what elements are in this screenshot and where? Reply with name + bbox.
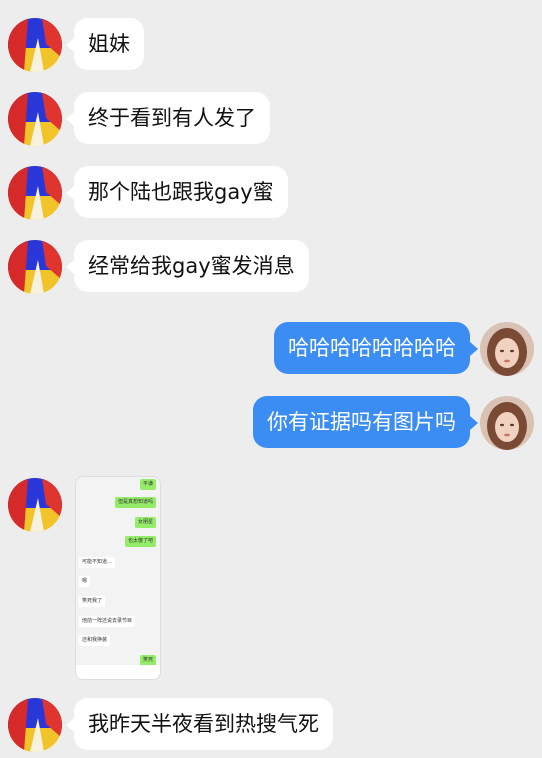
flame-avatar-icon xyxy=(8,698,62,752)
screenshot-bubble: 但是真想知道吗 xyxy=(114,497,156,508)
screenshot-bubble: 嗯 xyxy=(79,576,91,587)
screenshot-input-bar xyxy=(76,665,160,679)
screenshot-bubble: 可能不知道... xyxy=(79,557,115,568)
screenshot-bubble: 还和我换装 xyxy=(79,635,111,646)
sent-message-bubble[interactable]: 哈哈哈哈哈哈哈哈 xyxy=(274,322,470,374)
flame-avatar-icon xyxy=(8,18,62,72)
flame-avatar-icon xyxy=(8,166,62,220)
portrait-avatar-icon xyxy=(480,322,534,376)
contact-avatar[interactable] xyxy=(8,698,62,752)
flame-avatar-icon xyxy=(8,478,62,532)
flame-avatar-icon xyxy=(8,92,62,146)
screenshot-bubble: 女朋星 xyxy=(134,517,156,528)
screenshot-bubble: 他前一阵还说去录节目 xyxy=(79,616,136,627)
contact-avatar[interactable] xyxy=(8,18,62,72)
screenshot-bubble: 笑死我了 xyxy=(79,596,106,607)
user-avatar[interactable] xyxy=(480,322,534,376)
screenshot-bubble: 平谦 xyxy=(139,479,156,490)
contact-avatar[interactable] xyxy=(8,240,62,294)
user-avatar[interactable] xyxy=(480,396,534,450)
message-bubble[interactable]: 姐妹 xyxy=(74,18,144,70)
image-message[interactable]: 平谦 但是真想知道吗 女朋星 也太傻了吧 可能不知道... 嗯 笑死我了 他前一… xyxy=(75,476,161,680)
portrait-avatar-icon xyxy=(480,396,534,450)
contact-avatar[interactable] xyxy=(8,478,62,532)
contact-avatar[interactable] xyxy=(8,166,62,220)
screenshot-bubble: 也太傻了吧 xyxy=(124,536,156,547)
message-bubble[interactable]: 经常给我gay蜜发消息 xyxy=(74,240,309,292)
flame-avatar-icon xyxy=(8,240,62,294)
contact-avatar[interactable] xyxy=(8,92,62,146)
message-bubble[interactable]: 终于看到有人发了 xyxy=(74,92,270,144)
message-bubble[interactable]: 我昨天半夜看到热搜气死 xyxy=(74,698,333,750)
message-bubble[interactable]: 那个陆也跟我gay蜜 xyxy=(74,166,288,218)
sent-message-bubble[interactable]: 你有证据吗有图片吗 xyxy=(253,396,470,448)
